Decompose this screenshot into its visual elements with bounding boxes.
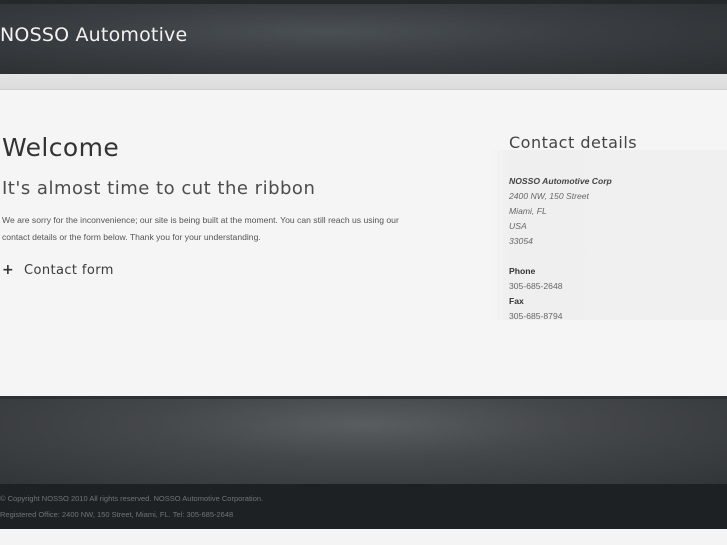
address-city: Miami, FL — [509, 206, 547, 216]
contact-form-toggle[interactable]: + Contact form — [2, 260, 114, 280]
main-content: Welcome It's almost time to cut the ribb… — [0, 90, 727, 396]
site-title[interactable]: NOSSO Automotive — [0, 24, 187, 46]
fax-label: Fax — [509, 296, 524, 306]
plus-icon: + — [2, 262, 14, 278]
page-title: Welcome — [2, 133, 120, 162]
footer-copyright: © Copyright NOSSO 2010 All rights reserv… — [0, 494, 264, 503]
contact-address: NOSSO Automotive Corp 2400 NW, 150 Stree… — [509, 174, 612, 249]
site-footer: © Copyright NOSSO 2010 All rights reserv… — [0, 484, 727, 529]
address-country: USA — [509, 221, 527, 231]
footer-registered-office: Registered Office: 2400 NW, 150 Street, … — [0, 510, 234, 519]
header-divider-strip — [0, 74, 727, 90]
contact-details-heading: Contact details — [509, 133, 638, 152]
contact-phone-fax: Phone 305-685-2648 Fax 305-685-8794 — [509, 264, 563, 324]
intro-text: We are sorry for the inconvenience; our … — [2, 212, 457, 246]
fax-number: 305-685-8794 — [509, 311, 563, 321]
page-subtitle: It's almost time to cut the ribbon — [2, 178, 316, 199]
footer-band — [0, 396, 727, 484]
address-street: 2400 NW, 150 Street — [509, 191, 589, 201]
site-header: NOSSO Automotive — [0, 0, 727, 74]
phone-number: 305-685-2648 — [509, 281, 563, 291]
phone-label: Phone — [509, 266, 536, 276]
intro-line-2: contact details or the form below. Thank… — [2, 232, 261, 242]
address-zip: 33054 — [509, 236, 533, 246]
company-name: NOSSO Automotive Corp — [509, 176, 612, 186]
intro-line-1: We are sorry for the inconvenience; our … — [2, 215, 399, 225]
bottom-strip — [0, 529, 727, 545]
contact-form-toggle-label: Contact form — [24, 262, 114, 278]
